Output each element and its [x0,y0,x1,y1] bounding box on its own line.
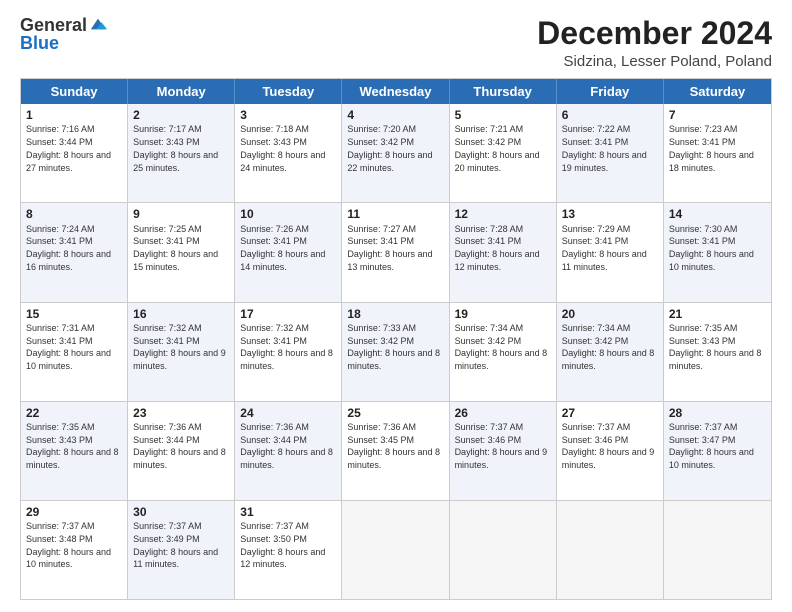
header-thursday: Thursday [450,79,557,104]
day-4: 4 Sunrise: 7:20 AM Sunset: 3:42 PM Dayli… [342,104,449,202]
day-30: 30 Sunrise: 7:37 AM Sunset: 3:49 PM Dayl… [128,501,235,599]
day-num-1: 1 [26,107,122,123]
day-9: 9 Sunrise: 7:25 AM Sunset: 3:41 PM Dayli… [128,203,235,301]
day-20: 20 Sunrise: 7:34 AM Sunset: 3:42 PM Dayl… [557,303,664,401]
day-15: 15 Sunrise: 7:31 AM Sunset: 3:41 PM Dayl… [21,303,128,401]
day-29: 29 Sunrise: 7:37 AM Sunset: 3:48 PM Dayl… [21,501,128,599]
page: General Blue December 2024 Sidzina, Less… [0,0,792,612]
header-sunday: Sunday [21,79,128,104]
header-friday: Friday [557,79,664,104]
empty-1 [342,501,449,599]
header: General Blue December 2024 Sidzina, Less… [20,16,772,70]
day-14: 14 Sunrise: 7:30 AM Sunset: 3:41 PM Dayl… [664,203,771,301]
header-tuesday: Tuesday [235,79,342,104]
day-5: 5 Sunrise: 7:21 AM Sunset: 3:42 PM Dayli… [450,104,557,202]
header-wednesday: Wednesday [342,79,449,104]
location: Sidzina, Lesser Poland, Poland [537,53,772,70]
day-11: 11 Sunrise: 7:27 AM Sunset: 3:41 PM Dayl… [342,203,449,301]
day-22: 22 Sunrise: 7:35 AM Sunset: 3:43 PM Dayl… [21,402,128,500]
day-1-text: Sunrise: 7:16 AM Sunset: 3:44 PM Dayligh… [26,124,111,172]
day-19: 19 Sunrise: 7:34 AM Sunset: 3:42 PM Dayl… [450,303,557,401]
day-13: 13 Sunrise: 7:29 AM Sunset: 3:41 PM Dayl… [557,203,664,301]
day-27: 27 Sunrise: 7:37 AM Sunset: 3:46 PM Dayl… [557,402,664,500]
day-24: 24 Sunrise: 7:36 AM Sunset: 3:44 PM Dayl… [235,402,342,500]
empty-2 [450,501,557,599]
day-25: 25 Sunrise: 7:36 AM Sunset: 3:45 PM Dayl… [342,402,449,500]
day-10: 10 Sunrise: 7:26 AM Sunset: 3:41 PM Dayl… [235,203,342,301]
day-8: 8 Sunrise: 7:24 AM Sunset: 3:41 PM Dayli… [21,203,128,301]
header-monday: Monday [128,79,235,104]
day-31: 31 Sunrise: 7:37 AM Sunset: 3:50 PM Dayl… [235,501,342,599]
header-saturday: Saturday [664,79,771,104]
day-6: 6 Sunrise: 7:22 AM Sunset: 3:41 PM Dayli… [557,104,664,202]
day-2: 2 Sunrise: 7:17 AM Sunset: 3:43 PM Dayli… [128,104,235,202]
week-row-3: 15 Sunrise: 7:31 AM Sunset: 3:41 PM Dayl… [21,302,771,401]
day-12: 12 Sunrise: 7:28 AM Sunset: 3:41 PM Dayl… [450,203,557,301]
day-23: 23 Sunrise: 7:36 AM Sunset: 3:44 PM Dayl… [128,402,235,500]
title-block: December 2024 Sidzina, Lesser Poland, Po… [537,16,772,70]
calendar-header: Sunday Monday Tuesday Wednesday Thursday… [21,79,771,104]
empty-3 [557,501,664,599]
empty-4 [664,501,771,599]
day-7: 7 Sunrise: 7:23 AM Sunset: 3:41 PM Dayli… [664,104,771,202]
day-17: 17 Sunrise: 7:32 AM Sunset: 3:41 PM Dayl… [235,303,342,401]
month-title: December 2024 [537,16,772,51]
day-1: 1 Sunrise: 7:16 AM Sunset: 3:44 PM Dayli… [21,104,128,202]
calendar: Sunday Monday Tuesday Wednesday Thursday… [20,78,772,600]
day-16: 16 Sunrise: 7:32 AM Sunset: 3:41 PM Dayl… [128,303,235,401]
day-26: 26 Sunrise: 7:37 AM Sunset: 3:46 PM Dayl… [450,402,557,500]
day-21: 21 Sunrise: 7:35 AM Sunset: 3:43 PM Dayl… [664,303,771,401]
week-row-1: 1 Sunrise: 7:16 AM Sunset: 3:44 PM Dayli… [21,104,771,202]
day-3: 3 Sunrise: 7:18 AM Sunset: 3:43 PM Dayli… [235,104,342,202]
week-row-4: 22 Sunrise: 7:35 AM Sunset: 3:43 PM Dayl… [21,401,771,500]
logo-blue: Blue [20,34,107,52]
day-18: 18 Sunrise: 7:33 AM Sunset: 3:42 PM Dayl… [342,303,449,401]
week-row-5: 29 Sunrise: 7:37 AM Sunset: 3:48 PM Dayl… [21,500,771,599]
logo-icon [89,15,107,33]
day-28: 28 Sunrise: 7:37 AM Sunset: 3:47 PM Dayl… [664,402,771,500]
week-row-2: 8 Sunrise: 7:24 AM Sunset: 3:41 PM Dayli… [21,202,771,301]
logo-general: General [20,16,87,34]
logo: General Blue [20,16,107,52]
calendar-body: 1 Sunrise: 7:16 AM Sunset: 3:44 PM Dayli… [21,104,771,599]
